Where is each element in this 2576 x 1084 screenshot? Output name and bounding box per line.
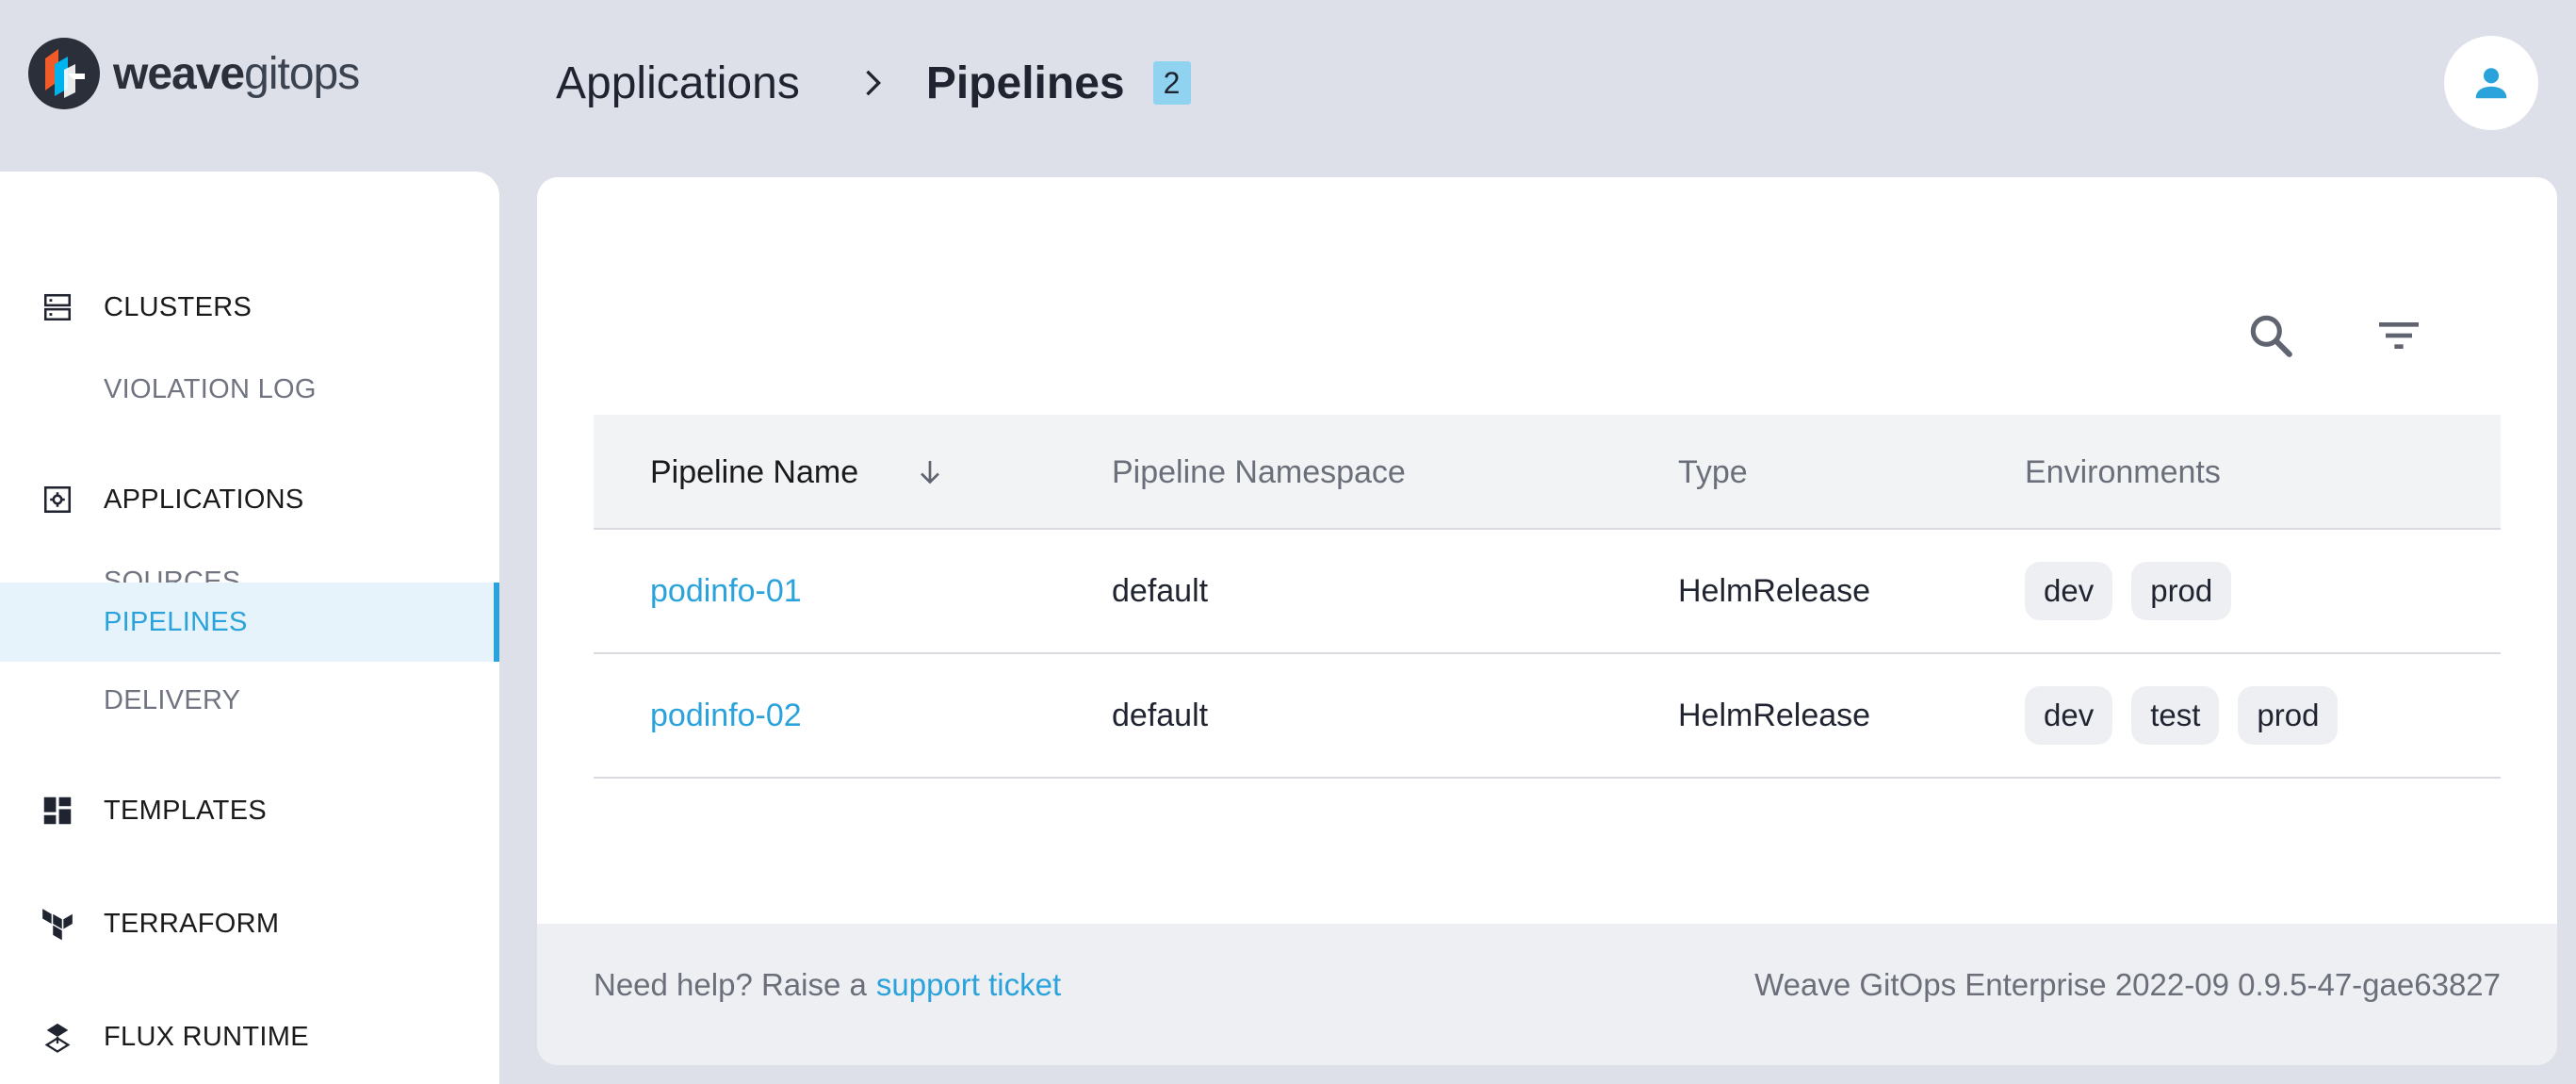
sidebar-item-label: CLUSTERS	[104, 291, 253, 322]
flux-icon	[38, 1017, 77, 1057]
column-header-type[interactable]: Type	[1678, 415, 1748, 530]
environment-chip: prod	[2238, 686, 2339, 745]
column-header-pipeline-name[interactable]: Pipeline Name	[650, 415, 947, 530]
sidebar-item-clusters[interactable]: CLUSTERS	[0, 268, 499, 347]
environment-chip: prod	[2131, 562, 2232, 620]
table-row: podinfo-02 default HelmRelease dev test …	[594, 654, 2501, 779]
terraform-icon	[38, 904, 77, 944]
column-header-environments[interactable]: Environments	[2025, 415, 2221, 530]
environment-chip: test	[2131, 686, 2220, 745]
sidebar-item-templates[interactable]: TEMPLATES	[0, 771, 499, 850]
help-label: Need help? Raise a	[594, 967, 867, 1002]
sidebar-item-pipelines[interactable]: PIPELINES	[0, 583, 499, 662]
sidebar: CLUSTERS VIOLATION LOG APPLICATIONS SOUR…	[0, 172, 499, 1084]
person-icon	[2475, 68, 2507, 99]
sidebar-item-label: TERRAFORM	[104, 908, 280, 939]
sidebar-item-terraform[interactable]: TERRAFORM	[0, 884, 499, 963]
column-header-label: Pipeline Name	[650, 453, 859, 490]
count-badge: 2	[1152, 61, 1191, 105]
search-icon	[2250, 315, 2292, 357]
pipeline-namespace: default	[1112, 572, 1209, 609]
page-footer: Need help? Raise a support ticket Weave …	[537, 924, 2557, 1065]
weave-logo-icon	[28, 38, 100, 109]
sidebar-item-applications[interactable]: APPLICATIONS	[0, 460, 499, 539]
server-icon	[38, 287, 77, 327]
brand-logo[interactable]: weavegitops	[26, 34, 360, 113]
filter-button[interactable]	[2371, 307, 2427, 364]
arrow-down-icon[interactable]	[913, 455, 947, 489]
breadcrumb-parent-link[interactable]: Applications	[556, 57, 800, 109]
sidebar-item-violation-log[interactable]: VIOLATION LOG	[0, 350, 499, 429]
sidebar-item-label: TEMPLATES	[104, 795, 267, 826]
pipeline-name-link[interactable]: podinfo-02	[650, 654, 802, 777]
sidebar-item-label: PIPELINES	[104, 606, 248, 637]
pipeline-name-link[interactable]: podinfo-01	[650, 530, 802, 652]
pipeline-type: HelmRelease	[1678, 697, 1871, 733]
sidebar-item-label: FLUX RUNTIME	[104, 1021, 309, 1052]
user-menu-button[interactable]	[2444, 36, 2538, 130]
dashboard-icon	[38, 791, 77, 830]
table-row: podinfo-01 default HelmRelease dev prod	[594, 530, 2501, 654]
version-text: Weave GitOps Enterprise 2022-09 0.9.5-47…	[1754, 967, 2501, 1002]
brand-name: weavegitops	[113, 48, 360, 99]
app-settings-icon	[38, 480, 77, 519]
page-title: Pipelines	[925, 57, 1125, 108]
help-text: Need help? Raise a support ticket	[594, 924, 1061, 1046]
environments-cell: dev test prod	[2025, 654, 2356, 777]
sidebar-item-label: VIOLATION LOG	[104, 373, 317, 404]
breadcrumb: Applications Pipelines 2	[556, 53, 1191, 113]
sidebar-item-label: APPLICATIONS	[104, 484, 304, 515]
column-header-pipeline-namespace[interactable]: Pipeline Namespace	[1112, 415, 1406, 530]
app-root: weavegitops Applications Pipelines 2 CLU…	[0, 0, 2576, 1084]
environment-chip: dev	[2025, 686, 2113, 745]
chevron-right-icon	[866, 70, 881, 96]
support-ticket-link[interactable]: support ticket	[876, 967, 1061, 1003]
pipeline-namespace: default	[1112, 697, 1209, 733]
main-content: Pipeline Name Pipeline Namespace Type En…	[537, 177, 2557, 1065]
sidebar-item-delivery[interactable]: DELIVERY	[0, 661, 499, 740]
sidebar-item-label: DELIVERY	[104, 684, 241, 715]
environment-chip: dev	[2025, 562, 2113, 620]
environments-cell: dev prod	[2025, 530, 2250, 652]
table-header: Pipeline Name Pipeline Namespace Type En…	[594, 415, 2501, 530]
search-button[interactable]	[2242, 307, 2299, 364]
pipelines-table: Pipeline Name Pipeline Namespace Type En…	[594, 415, 2501, 779]
filter-icon	[2379, 322, 2419, 349]
sidebar-item-flux-runtime[interactable]: FLUX RUNTIME	[0, 997, 499, 1076]
pipeline-type: HelmRelease	[1678, 572, 1871, 609]
